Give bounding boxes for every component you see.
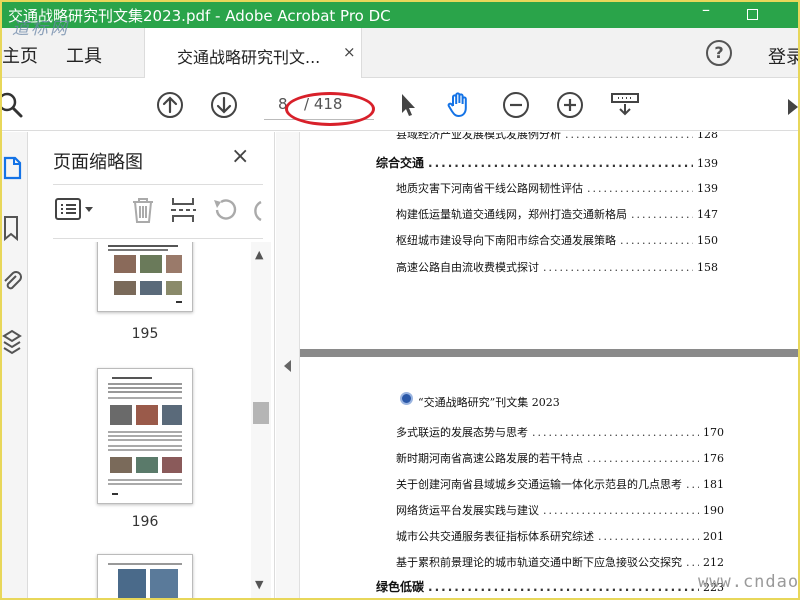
scroll-mode-icon[interactable] (610, 91, 640, 119)
toc-entry[interactable]: 地质灾害下河南省干线公路网韧性评估139 (396, 180, 718, 198)
panel-divider-2 (53, 238, 263, 239)
search-icon[interactable] (2, 91, 24, 119)
thumbnail-page-number: 196 (131, 514, 159, 530)
delete-page-icon[interactable] (129, 196, 157, 224)
toc-section-heading: 绿色低碳223 (376, 578, 724, 596)
panel-title: 页面缩略图 (53, 152, 143, 173)
rotate-left-icon[interactable] (211, 196, 239, 224)
minimize-button[interactable]: – (694, 2, 718, 22)
toc-entry[interactable]: 网络货运平台发展实践与建议190 (396, 502, 724, 520)
layers-icon[interactable] (2, 328, 22, 356)
thumbnail-page-number: 195 (131, 326, 159, 342)
toc-entry[interactable]: 枢纽城市建设导向下南阳市综合交通发展策略150 (396, 232, 718, 250)
thumbnail-scrollbar[interactable]: ▲ ▼ (251, 242, 271, 598)
toc-entry[interactable]: 基于累积前景理论的城市轨道交通中断下应急接驳公交探究212 (396, 554, 724, 572)
bookmarks-icon[interactable] (2, 214, 22, 242)
scrollbar-thumb[interactable] (253, 402, 269, 424)
zoom-in-icon[interactable] (556, 91, 584, 119)
title-bar: 交通战略研究刊文集2023.pdf - Adobe Acrobat Pro DC… (2, 2, 798, 28)
page-thumbnail[interactable] (97, 554, 193, 598)
document-tab[interactable]: 交通战略研究刊文... × (144, 28, 362, 78)
thumbnail-list: 195 196 (29, 242, 257, 598)
sign-in-button[interactable]: 登录 (768, 43, 798, 69)
panel-divider (53, 184, 263, 185)
page-header: “交通战略研究”刊文集 2023 (418, 396, 560, 409)
extract-pages-icon[interactable] (169, 196, 197, 224)
menu-tools[interactable]: 工具 (66, 42, 102, 68)
more-tools-icon[interactable] (786, 91, 798, 119)
page-thumbnail[interactable] (97, 368, 193, 504)
panel-close-button[interactable]: × (231, 144, 249, 169)
help-icon[interactable]: ? (706, 40, 732, 66)
select-cursor-icon[interactable] (394, 91, 422, 119)
menu-home[interactable]: 主页 (2, 42, 38, 68)
toolbar: 8 / 418 (2, 79, 798, 131)
page-down-icon[interactable] (210, 91, 238, 119)
acrobat-window: 交通战略研究刊文集2023.pdf - Adobe Acrobat Pro DC… (2, 2, 798, 598)
menu-bar: 主页 工具 交通战略研究刊文... × ? 登录 (2, 28, 798, 78)
zoom-out-icon[interactable] (502, 91, 530, 119)
watermark-logo: 道标网 (12, 19, 69, 39)
maximize-button[interactable] (740, 4, 764, 26)
toc-entry[interactable]: 多式联运的发展态势与思考170 (396, 424, 724, 442)
navigation-rail (2, 132, 28, 598)
document-tab-label: 交通战略研究刊文... (177, 48, 321, 67)
attachments-icon[interactable] (2, 268, 22, 296)
toc-entry[interactable]: 高速公路自由流收费模式探讨158 (396, 259, 718, 277)
panel-collapse-strip[interactable] (276, 132, 300, 598)
site-watermark: www.cndao.com (698, 572, 798, 592)
close-tab-button[interactable]: × (343, 43, 356, 61)
rotate-right-icon[interactable] (251, 196, 263, 224)
toc-entry[interactable]: 新时期河南省高速公路发展的若干特点176 (396, 450, 724, 468)
page-thumbnails-panel: 页面缩略图 × 195 196 ▲ ▼ (29, 132, 275, 598)
toc-entry[interactable]: 关于创建河南省县域城乡交通运输一体化示范县的几点思考181 (396, 476, 724, 494)
toc-entry-cut: 县域经济产业发展模式发展例分析128 (396, 132, 718, 144)
document-view[interactable]: 县域经济产业发展模式发展例分析128 综合交通139 地质灾害下河南省干线公路网… (300, 132, 798, 598)
collapse-arrow-icon[interactable] (284, 360, 291, 372)
scroll-up-icon[interactable]: ▲ (255, 248, 263, 261)
maximize-icon (746, 9, 758, 20)
hand-tool-icon[interactable] (445, 91, 473, 119)
toc-entry[interactable]: 城市公共交通服务表征指标体系研究综述201 (396, 528, 724, 546)
thumbnails-icon[interactable] (2, 154, 22, 182)
thumbnail-options-icon[interactable] (55, 196, 99, 224)
page-break (300, 349, 798, 357)
page-thumbnail[interactable] (97, 242, 193, 312)
page-up-icon[interactable] (156, 91, 184, 119)
scroll-down-icon[interactable]: ▼ (255, 578, 263, 591)
toc-section-heading: 综合交通139 (376, 154, 718, 172)
toc-entry[interactable]: 构建低运量轨道交通线网，郑州打造交通新格局147 (396, 206, 718, 224)
journal-logo-icon (400, 392, 413, 405)
page-number-highlight (285, 92, 375, 126)
